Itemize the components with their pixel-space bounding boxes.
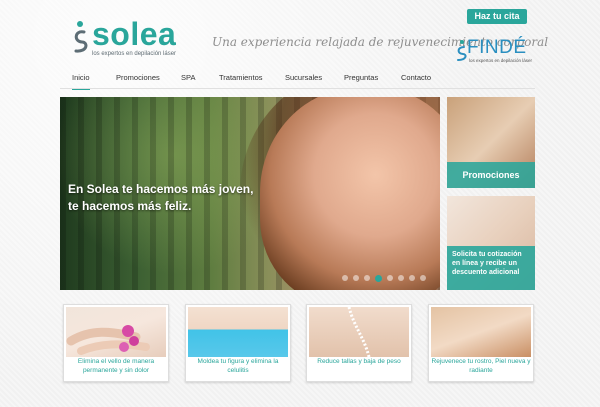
slider-dot[interactable] [398,275,404,281]
card-text: Elimina el vello de manera permanente y … [77,358,155,374]
card-image-waist [309,307,409,357]
slider-dot[interactable] [420,275,426,281]
quote-label: Solicita tu cotización en línea y recibe… [447,246,535,290]
orchid-icon [66,325,150,355]
measuring-tape-icon [347,307,371,357]
partner-logo-mark-icon [457,40,467,61]
partner-name: FINDÉ [467,37,527,58]
card-text: Rejuvenece tu rostro, Piel nueva y radia… [431,358,531,374]
card-image-body [188,307,288,357]
promotions-label: Promociones [447,162,535,188]
feature-card-laser[interactable]: Elimina el vello de manera permanente y … [63,304,169,382]
card-image-legs [66,307,166,357]
partner-subtitle: los expertos en depilación láser [469,58,533,63]
hero-headline-line2: te hacemos más feliz. [68,199,192,213]
slider-dot[interactable] [409,275,415,281]
hero-headline: En Solea te hacemos más joven, te hacemo… [68,181,268,215]
slider-dot-active[interactable] [375,274,382,282]
solea-logo-mark-icon [74,21,88,53]
quote-banner[interactable]: Solicita tu cotización en línea y recibe… [447,196,535,290]
page: solea los expertos en depilación láser U… [0,0,600,407]
slider-dot[interactable] [364,275,370,281]
brand-subtitle: los expertos en depilación láser [92,51,177,57]
book-appointment-button[interactable]: Haz tu cita [467,9,527,24]
hero-slider[interactable]: En Solea te hacemos más joven, te hacemo… [60,97,440,290]
slider-dot[interactable] [387,275,393,281]
card-text: Reduce tallas y baja de peso [317,358,401,365]
feature-card-body[interactable]: Moldea tu figura y elimina la celulitis [185,304,291,382]
feature-card-weight[interactable]: Reduce tallas y baja de peso [306,304,412,382]
slider-dots [342,274,426,282]
partner-logo[interactable]: FINDÉ los expertos en depilación láser [455,37,547,67]
hero-headline-line1: En Solea te hacemos más joven, [68,182,254,196]
feature-card-face[interactable]: Rejuvenece tu rostro, Piel nueva y radia… [428,304,534,382]
card-text: Moldea tu figura y elimina la celulitis [197,358,279,374]
solea-logo[interactable]: solea los expertos en depilación láser [70,16,190,62]
slider-dot[interactable] [342,275,348,281]
brand-name: solea [92,16,177,52]
promotions-banner[interactable]: Promociones [447,97,535,188]
card-image-face [431,307,531,357]
nav-divider [60,88,535,89]
hero-woman-image [260,97,440,290]
slider-dot[interactable] [353,275,359,281]
